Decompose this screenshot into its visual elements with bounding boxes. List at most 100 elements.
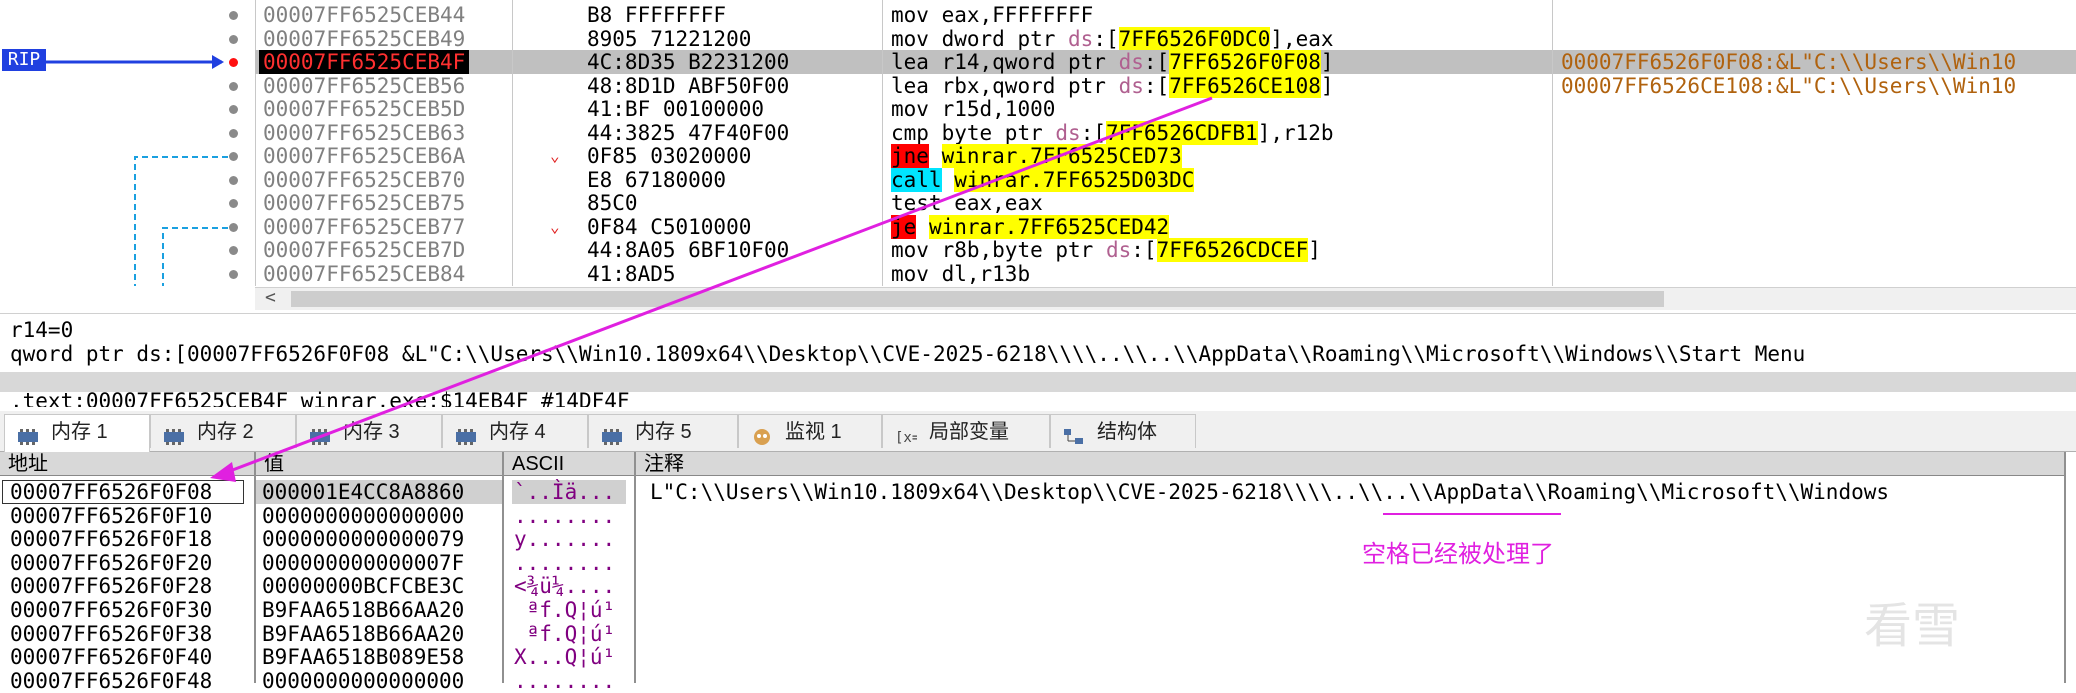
disasm-bytes: 44:8A05 6BF10F00 bbox=[587, 238, 790, 262]
disasm-instruction: mov eax,FFFFFFFF bbox=[891, 3, 1093, 27]
breakpoint-slot-icon[interactable] bbox=[229, 11, 238, 20]
memory-icon bbox=[163, 423, 185, 445]
svg-text:[x=]: [x=] bbox=[895, 430, 917, 446]
dump-ascii: `..Ìä... bbox=[514, 480, 616, 504]
tab-label: 内存 4 bbox=[489, 421, 546, 443]
dump-ascii: <¾ü¼.... bbox=[514, 574, 616, 599]
disasm-row[interactable]: 00007FF6525CEB7D 44:8A05 6BF10F00 mov r8b,… bbox=[255, 238, 2076, 262]
breakpoint-slot-icon[interactable] bbox=[229, 81, 238, 91]
disasm-mnemonic: mov bbox=[891, 26, 929, 51]
disasm-row[interactable]: 00007FF6525CEB70 E8 67180000 call winrar.7… bbox=[255, 167, 2076, 192]
dump-header-value[interactable]: 值 bbox=[256, 452, 504, 476]
breakpoint-slot-icon[interactable] bbox=[229, 152, 238, 161]
dump-value: B9FAA6518B66AA20 bbox=[262, 598, 465, 622]
disasm-operands: r15d,1000 bbox=[941, 97, 1056, 121]
breakpoint-slot-icon[interactable] bbox=[229, 269, 238, 279]
memory-icon bbox=[601, 423, 623, 445]
breakpoint-slot-icon[interactable] bbox=[229, 105, 238, 114]
branch-gutter[interactable] bbox=[0, 0, 256, 286]
disasm-row[interactable]: 00007FF6525CEB56 48:8D1D ABF50F00 lea rbx,… bbox=[255, 73, 2076, 98]
tab-2[interactable]: 内存 2 bbox=[150, 414, 296, 448]
disasm-instruction: cmp byte ptr ds:[7FF6526CDFB1],r12b bbox=[891, 120, 1334, 145]
dump-ascii: X...Q¦ú¹ bbox=[514, 645, 616, 670]
col-sep-comment bbox=[1552, 0, 1553, 286]
dump-row[interactable]: 00007FF6526F0F18 0000000000000079 y....... bbox=[0, 527, 2076, 551]
breakpoint-slot-icon[interactable] bbox=[229, 34, 238, 44]
dump-ascii: ªf.Q¦ú¹ bbox=[514, 621, 616, 646]
dump-row[interactable]: 00007FF6526F0F38 B9FAA6518B66AA20 ªf.Q¦ú¹ bbox=[0, 622, 2076, 646]
disasm-bytes: 41:BF 00100000 bbox=[587, 97, 765, 121]
disasm-instruction: mov r15d,1000 bbox=[891, 97, 1055, 121]
disasm-branch-target: winrar.7FF6525CED73 bbox=[941, 144, 1182, 168]
tab-8[interactable]: 结构体 bbox=[1050, 414, 1196, 448]
rip-label: RIP bbox=[2, 49, 46, 71]
dump-address: 00007FF6526F0F20 bbox=[10, 550, 213, 575]
dump-address: 00007FF6526F0F18 bbox=[10, 527, 213, 552]
disasm-bytes: E8 67180000 bbox=[587, 167, 727, 192]
tab-3[interactable]: 内存 3 bbox=[296, 414, 442, 448]
disasm-branch-target: winrar.7FF6525CED42 bbox=[928, 214, 1170, 239]
struct-icon bbox=[1063, 423, 1085, 444]
dump-row[interactable]: 00007FF6526F0F40 B9FAA6518B089E58 X...Q¦ú¹ bbox=[0, 645, 2076, 669]
dump-tabs: 内存 1 内存 2 内存 3 内存 4 内存 5 监视 1 [x=] 局部变量 结构体 bbox=[0, 411, 2076, 452]
tab-6[interactable]: 监视 1 bbox=[738, 414, 882, 448]
dump-address: 00007FF6526F0F10 bbox=[10, 503, 213, 528]
dump-row[interactable]: 00007FF6526F0F28 00000000BCFCBE3C <¾ü¼.... bbox=[0, 574, 2076, 598]
dump-value: 0000000000000079 bbox=[262, 527, 465, 552]
annotation-note: 空格已经被处理了 bbox=[1362, 540, 1554, 568]
dump-row[interactable]: 00007FF6526F0F20 000000000000007F........ bbox=[0, 551, 2076, 575]
tab-label: 内存 3 bbox=[343, 421, 400, 443]
disasm-instruction: mov r8b,byte ptr ds:[7FF6526CDCEF] bbox=[891, 238, 1321, 262]
dump-header-ascii[interactable]: ASCII bbox=[504, 452, 636, 476]
dump-row[interactable]: 00007FF6526F0F48 0000000000000000........ bbox=[0, 669, 2076, 693]
disasm-segment: ds bbox=[1105, 238, 1132, 262]
tab-4[interactable]: 内存 4 bbox=[442, 414, 588, 448]
memory-dump[interactable]: 地址 值 ASCII 注释 00007FF6526F0F08 000001E4CC… bbox=[0, 452, 2076, 693]
disasm-operand-suffix: ],eax bbox=[1270, 26, 1334, 51]
dump-header-comment[interactable]: 注释 bbox=[636, 452, 2066, 476]
disasm-row[interactable]: 00007FF6525CEB63 44:3825 47F40F00 cmp byte… bbox=[255, 120, 2076, 145]
disasm-row[interactable]: 00007FF6525CEB49 8905 71221200 mov dword p… bbox=[255, 26, 2076, 51]
breakpoint-slot-icon[interactable] bbox=[229, 128, 238, 138]
col-sep-asm bbox=[882, 0, 883, 286]
disasm-row[interactable]: 00007FF6525CEB4F 4C:8D35 B2231200 lea r14,… bbox=[255, 50, 2076, 74]
disasm-memory-address: 7FF6526CE108 bbox=[1169, 73, 1321, 98]
tab-1[interactable]: 内存 1 bbox=[4, 414, 150, 452]
disasm-row[interactable]: 00007FF6525CEB6A 0F85 03020000 jne winrar.… bbox=[255, 144, 2076, 168]
tab-7[interactable]: [x=] 局部变量 bbox=[882, 414, 1050, 448]
dump-row[interactable]: 00007FF6526F0F10 0000000000000000........ bbox=[0, 504, 2076, 528]
breakpoint-slot-icon[interactable] bbox=[229, 175, 238, 185]
breakpoint-slot-icon[interactable] bbox=[229, 199, 238, 208]
disasm-horizontal-scrollbar[interactable]: < bbox=[255, 287, 2076, 310]
breakpoint-slot-icon[interactable] bbox=[229, 246, 238, 255]
breakpoint-active-icon[interactable] bbox=[229, 58, 238, 67]
disasm-row[interactable]: 00007FF6525CEB84 41:8AD5 mov dl,r13b bbox=[255, 262, 2076, 286]
disasm-operands: eax,FFFFFFFF bbox=[941, 3, 1094, 27]
dump-row[interactable]: 00007FF6526F0F30 B9FAA6518B66AA20 ªf.Q¦ú¹ bbox=[0, 598, 2076, 622]
rip-arrow-head-icon bbox=[212, 55, 224, 69]
breakpoint-slot-icon[interactable] bbox=[229, 222, 238, 232]
dump-address: 00007FF6526F0F48 bbox=[10, 668, 213, 693]
dump-header-address[interactable]: 地址 bbox=[0, 452, 256, 476]
disasm-address: 00007FF6525CEB75 bbox=[263, 191, 466, 215]
disasm-bytes: 48:8D1D ABF50F00 bbox=[587, 73, 790, 98]
disasm-row[interactable]: 00007FF6525CEB77 0F84 C5010000 je winrar.7… bbox=[255, 214, 2076, 239]
disasm-row[interactable]: 00007FF6525CEB44 B8 FFFFFFFF mov eax,FFFFF… bbox=[255, 3, 2076, 27]
scroll-left-icon[interactable]: < bbox=[265, 287, 276, 308]
tab-5[interactable]: 内存 5 bbox=[588, 414, 738, 448]
annotation-underline bbox=[1383, 513, 1561, 515]
dump-row[interactable]: 00007FF6526F0F08 000001E4CC8A8860 `..Ìä...… bbox=[0, 480, 2076, 504]
scroll-thumb[interactable] bbox=[291, 291, 1664, 307]
disasm-row[interactable]: 00007FF6525CEB5D 41:BF 00100000 mov r15d,1… bbox=[255, 97, 2076, 121]
disasm-segment: ds bbox=[1055, 120, 1081, 145]
dump-value: 00000000BCFCBE3C bbox=[262, 574, 465, 599]
disasm-branch-target: winrar.7FF6525D03DC bbox=[954, 167, 1195, 192]
disasm-operand-suffix: ] bbox=[1320, 50, 1334, 74]
dump-comment: L"C:\\Users\\Win10.1809x64\\Desktop\\CVE… bbox=[650, 480, 1890, 504]
disasm-address: 00007FF6525CEB77 bbox=[263, 214, 466, 239]
je-branch-line bbox=[162, 227, 228, 286]
dump-value: B9FAA6518B089E58 bbox=[262, 645, 465, 670]
disassembly-pane[interactable]: RIP 00007FF6525CEB44 B8 FFFFFFFF mov eax,F… bbox=[0, 0, 2076, 286]
disasm-mnemonic: mov bbox=[891, 3, 929, 27]
disasm-row[interactable]: 00007FF6525CEB75 85C0 test eax,eax bbox=[255, 191, 2076, 215]
